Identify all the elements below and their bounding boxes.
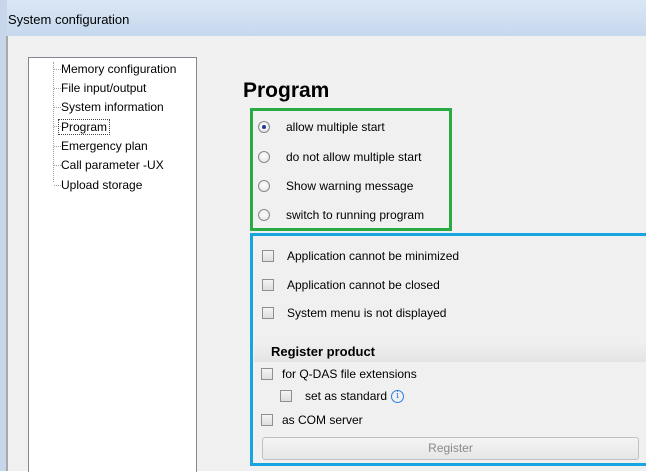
checkbox[interactable] (261, 368, 273, 380)
tree-item-program[interactable]: Program (58, 119, 111, 135)
checkbox-com-server[interactable]: as COM server (261, 410, 363, 430)
window-frame-edge (6, 36, 8, 471)
window-title: System configuration (8, 12, 130, 27)
radio-do-not-allow-multiple-start[interactable]: do not allow multiple start (258, 147, 421, 167)
radio-label: switch to running program (286, 208, 425, 222)
page-title: Program (243, 79, 330, 102)
checkbox-cannot-be-closed[interactable]: Application cannot be closed (262, 275, 440, 295)
checkbox-label: Application cannot be closed (287, 278, 440, 292)
checkbox-system-menu-not-displayed[interactable]: System menu is not displayed (262, 303, 446, 323)
tree-connector (53, 62, 54, 182)
checkbox-label: Application cannot be minimized (287, 249, 460, 263)
radio-button[interactable] (258, 209, 270, 221)
register-button[interactable]: Register (262, 437, 639, 460)
checkbox-qdas-file-extensions[interactable]: for Q-DAS file extensions (261, 364, 417, 384)
checkbox-label: as COM server (282, 413, 363, 427)
radio-button[interactable] (258, 151, 270, 163)
radio-switch-to-running-program[interactable]: switch to running program (258, 205, 424, 225)
tree-item-call-parameter[interactable]: Call parameter -UX (61, 157, 164, 173)
checkbox-label: for Q-DAS file extensions (282, 367, 417, 381)
tree-item-upload-storage[interactable]: Upload storage (61, 177, 142, 193)
tree-item-emergency-plan[interactable]: Emergency plan (61, 138, 148, 154)
info-icon[interactable]: i (391, 389, 405, 403)
checkbox-label: System menu is not displayed (287, 306, 447, 320)
checkbox-label: set as standard (305, 389, 388, 403)
radio-button[interactable] (258, 121, 270, 133)
section-title: Register product (271, 344, 376, 359)
tree-item-file-input-output[interactable]: File input/output (61, 80, 146, 96)
radio-label: do not allow multiple start (286, 150, 422, 164)
checkbox[interactable] (262, 250, 274, 262)
checkbox[interactable] (261, 414, 273, 426)
register-product-header: Register product (254, 342, 646, 362)
radio-label: Show warning message (286, 179, 414, 193)
radio-label: allow multiple start (286, 120, 385, 134)
checkbox-set-as-standard[interactable]: set as standard i (280, 386, 405, 406)
radio-allow-multiple-start[interactable]: allow multiple start (258, 117, 385, 137)
checkbox-cannot-be-minimized[interactable]: Application cannot be minimized (262, 246, 459, 266)
title-bar: System configuration (0, 0, 646, 36)
radio-show-warning-message[interactable]: Show warning message (258, 176, 413, 196)
navigation-tree[interactable]: Memory configuration File input/output S… (28, 57, 197, 472)
tree-item-system-information[interactable]: System information (61, 99, 164, 115)
checkbox[interactable] (280, 390, 292, 402)
checkbox[interactable] (262, 279, 274, 291)
tree-item-memory-configuration[interactable]: Memory configuration (61, 61, 176, 77)
checkbox[interactable] (262, 307, 274, 319)
radio-button[interactable] (258, 180, 270, 192)
